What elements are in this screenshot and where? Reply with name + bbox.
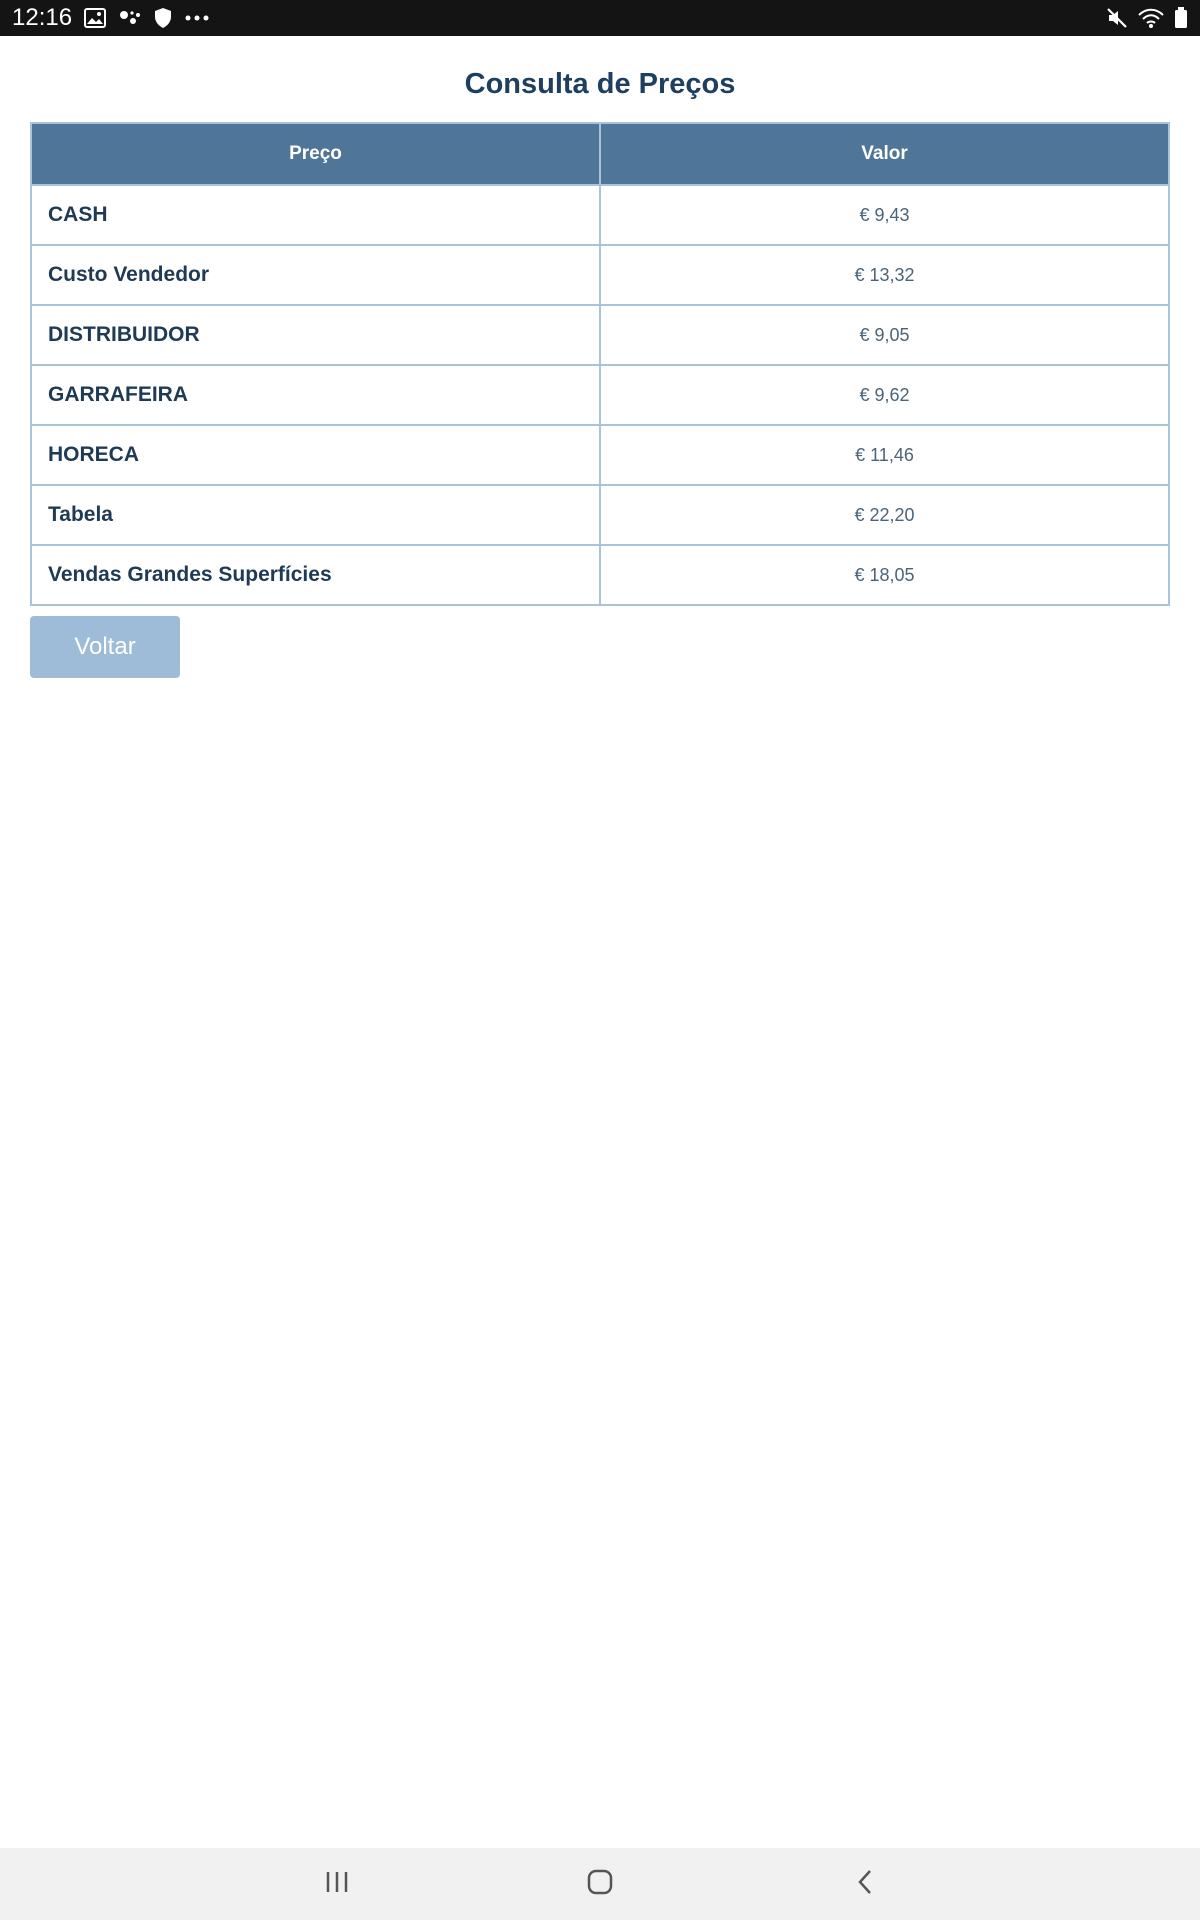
back-icon: [856, 1869, 874, 1900]
battery-icon: [1174, 7, 1188, 29]
price-name-cell: HORECA: [30, 424, 601, 486]
table-row: DISTRIBUIDOR € 9,05: [30, 304, 1170, 366]
page-title: Consulta de Preços: [464, 68, 736, 100]
more-dots-icon: [184, 14, 210, 22]
table-row: Tabela € 22,20: [30, 484, 1170, 546]
home-button[interactable]: [570, 1864, 630, 1904]
price-value-cell: € 9,43: [599, 184, 1170, 246]
column-header-value: Valor: [599, 122, 1170, 186]
nav-back-button[interactable]: [835, 1864, 895, 1904]
table-row: CASH € 9,43: [30, 184, 1170, 246]
price-value-cell: € 13,32: [599, 244, 1170, 306]
status-right: [1096, 7, 1188, 29]
status-time: 12:16: [12, 4, 73, 31]
image-icon: [84, 8, 107, 28]
table-row: GARRAFEIRA € 9,62: [30, 364, 1170, 426]
navigation-bar: [0, 1848, 1200, 1920]
recent-apps-button[interactable]: [307, 1864, 367, 1904]
price-table: Preço Valor CASH € 9,43 Custo Vendedor €…: [30, 122, 1170, 606]
column-header-price: Preço: [30, 122, 601, 186]
table-row: Custo Vendedor € 13,32: [30, 244, 1170, 306]
price-value-cell: € 9,62: [599, 364, 1170, 426]
shield-icon: [154, 7, 172, 29]
price-name-cell: Custo Vendedor: [30, 244, 601, 306]
table-header-row: Preço Valor: [30, 122, 1170, 186]
status-left: 12:16: [12, 4, 222, 32]
home-icon: [587, 1869, 613, 1900]
price-name-cell: DISTRIBUIDOR: [30, 304, 601, 366]
table-row: Vendas Grandes Superfícies € 18,05: [30, 544, 1170, 606]
price-value-cell: € 22,20: [599, 484, 1170, 546]
back-button[interactable]: Voltar: [30, 616, 180, 678]
price-value-cell: € 18,05: [599, 544, 1170, 606]
price-value-cell: € 9,05: [599, 304, 1170, 366]
table-row: HORECA € 11,46: [30, 424, 1170, 486]
main-content: Consulta de Preços Preço Valor CASH € 9,…: [0, 36, 1200, 1848]
mute-icon: [1106, 7, 1128, 29]
price-name-cell: CASH: [30, 184, 601, 246]
price-name-cell: Tabela: [30, 484, 601, 546]
wifi-icon: [1138, 7, 1164, 29]
recent-apps-icon: [324, 1870, 350, 1899]
assistant-icon: [118, 8, 142, 28]
status-bar: 12:16: [0, 0, 1200, 36]
price-value-cell: € 11,46: [599, 424, 1170, 486]
price-name-cell: Vendas Grandes Superfícies: [30, 544, 601, 606]
price-name-cell: GARRAFEIRA: [30, 364, 601, 426]
